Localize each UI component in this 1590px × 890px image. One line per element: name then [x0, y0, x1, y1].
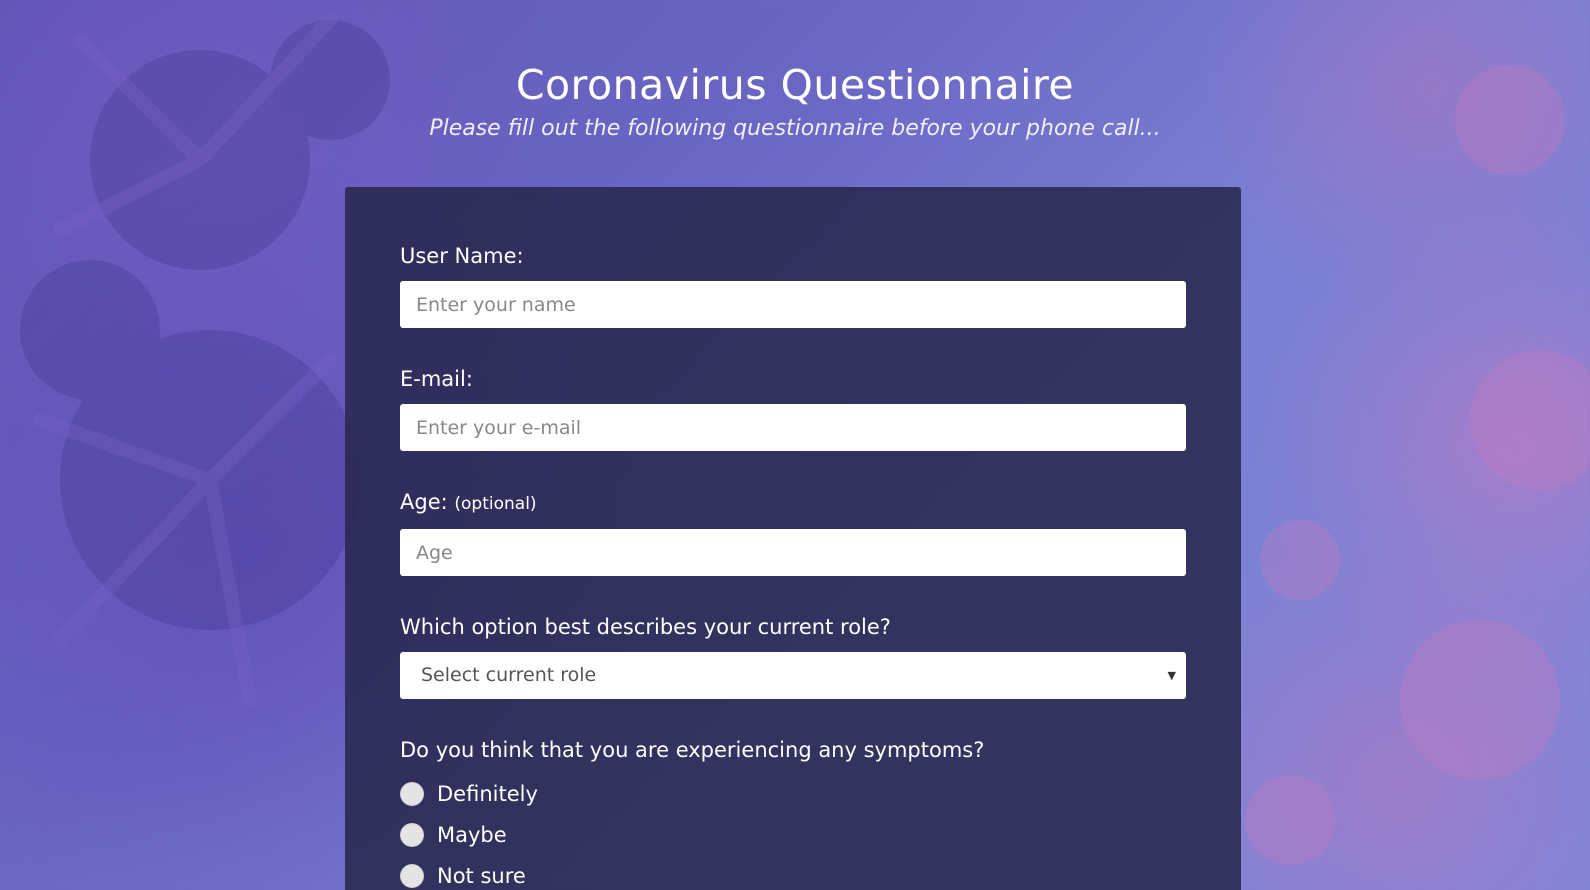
chevron-down-icon: ▼ — [1167, 669, 1176, 682]
page-subtitle: Please fill out the following questionna… — [429, 116, 1161, 141]
page-header: Coronavirus Questionnaire Please fill ou… — [0, 60, 1590, 141]
radio-button[interactable] — [400, 863, 424, 888]
role-field-group: Which option best describes your current… — [400, 614, 1186, 699]
radio-label: Definitely — [437, 781, 538, 806]
radio-label: Not sure — [437, 863, 526, 888]
role-label: Which option best describes your current… — [400, 615, 891, 639]
email-input[interactable] — [400, 404, 1186, 451]
radio-option-not-sure[interactable]: Not sure — [400, 855, 1186, 890]
role-select-value: Select current role — [421, 664, 597, 686]
radio-label: Maybe — [437, 822, 507, 847]
age-input[interactable] — [400, 529, 1186, 576]
page-title: Coronavirus Questionnaire — [515, 61, 1075, 109]
age-field-group: Age: (optional) — [400, 489, 1186, 576]
username-input[interactable] — [400, 281, 1186, 328]
symptoms-question: Do you think that you are experiencing a… — [400, 738, 985, 762]
username-label: User Name: — [400, 244, 524, 268]
age-label-row: Age: (optional) — [400, 489, 1186, 517]
radio-button[interactable] — [400, 822, 424, 847]
radio-option-definitely[interactable]: Definitely — [400, 773, 1186, 814]
email-label: E-mail: — [400, 367, 473, 391]
email-field-group: E-mail: — [400, 366, 1186, 451]
symptoms-question-group: Do you think that you are experiencing a… — [400, 737, 1186, 890]
age-label: Age: — [400, 490, 448, 514]
radio-option-maybe[interactable]: Maybe — [400, 814, 1186, 855]
age-optional-note: (optional) — [454, 494, 537, 514]
radio-button[interactable] — [400, 781, 424, 806]
questionnaire-form: User Name: E-mail: Age: (optional) Which… — [345, 187, 1241, 890]
username-field-group: User Name: — [400, 243, 1186, 328]
role-select[interactable]: Select current role ▼ — [400, 652, 1186, 699]
